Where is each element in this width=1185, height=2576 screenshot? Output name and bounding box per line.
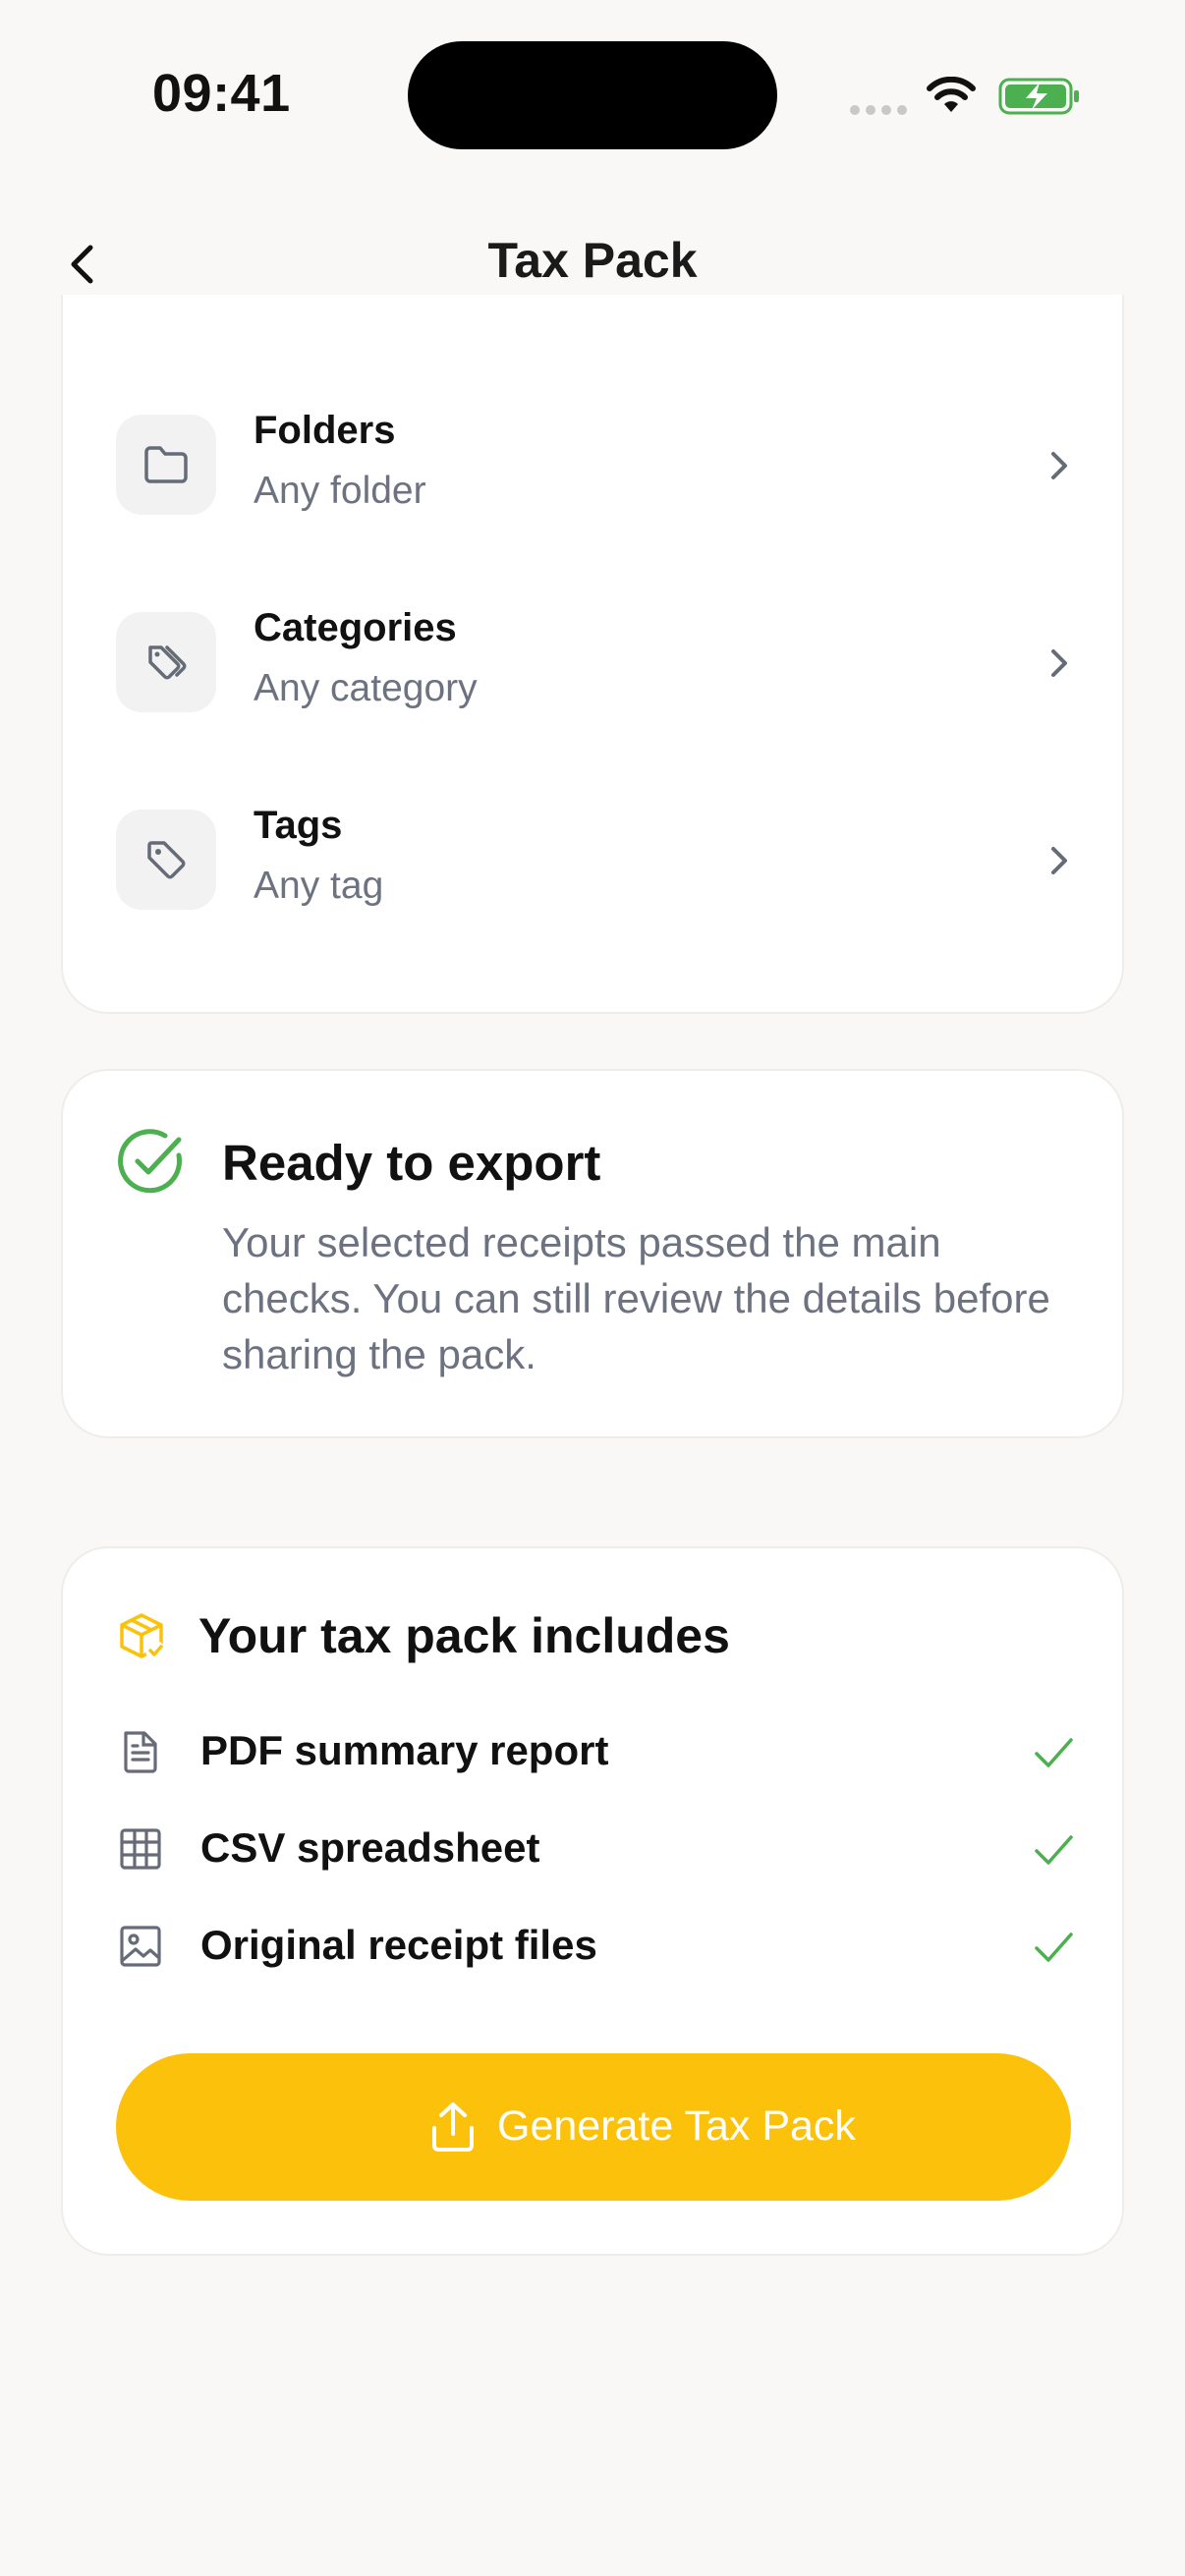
filter-row-folders[interactable]: Folders Any folder (116, 405, 1079, 523)
page-title: Tax Pack (487, 233, 698, 288)
filter-row-tags[interactable]: Tags Any tag (116, 800, 1079, 918)
pack-item-label: PDF summary report (200, 1727, 609, 1773)
pack-card: Your tax pack includes PDF summary repor… (61, 1546, 1124, 2256)
image-icon (120, 1926, 161, 1967)
filter-title: Categories (254, 606, 457, 649)
battery-charging-icon (998, 78, 1079, 115)
chevron-right-icon (1051, 649, 1067, 677)
chevron-right-icon (1051, 452, 1067, 479)
pack-item: CSV spreadsheet (116, 1815, 1075, 1883)
filter-row-categories[interactable]: Categories Any category (116, 602, 1079, 720)
package-check-icon (120, 1613, 165, 1660)
generate-tax-pack-button[interactable]: Generate Tax Pack (116, 2053, 1071, 2201)
wifi-icon (927, 77, 976, 112)
ready-card: Ready to export Your selected receipts p… (61, 1069, 1124, 1438)
pack-item: Original receipt files (116, 1912, 1075, 1981)
filter-icon-box (116, 810, 216, 910)
share-upload-icon (432, 2102, 474, 2152)
generate-button-label: Generate Tax Pack (497, 2102, 856, 2150)
table-icon (120, 1828, 161, 1870)
check-circle-icon (118, 1129, 183, 1194)
filters-card: Folders Any folder Categories Any catego… (61, 295, 1124, 1014)
filter-title: Tags (254, 804, 343, 847)
signal-dots-icon (850, 105, 907, 115)
filter-icon-box (116, 612, 216, 712)
pack-item: PDF summary report (116, 1717, 1075, 1786)
ready-title: Ready to export (222, 1135, 601, 1191)
check-icon (1035, 1835, 1073, 1865)
filter-title: Folders (254, 409, 396, 452)
chevron-right-icon (1051, 847, 1067, 874)
status-time: 09:41 (152, 64, 291, 123)
filter-value: Any folder (254, 470, 426, 512)
pack-title: Your tax pack includes (198, 1608, 730, 1663)
folder-icon (144, 446, 188, 483)
ready-description: Your selected receipts passed the main c… (222, 1219, 1050, 1377)
tag-icon (147, 841, 186, 879)
pack-item-label: Original receipt files (200, 1922, 597, 1968)
pack-item-label: CSV spreadsheet (200, 1824, 540, 1871)
filter-value: Any tag (254, 865, 384, 907)
dynamic-island (408, 41, 777, 149)
check-icon (1035, 1738, 1073, 1767)
file-text-icon (124, 1731, 157, 1773)
tags-icon (148, 645, 187, 680)
filter-icon-box (116, 415, 216, 515)
check-icon (1035, 1932, 1073, 1962)
filter-value: Any category (254, 667, 478, 709)
